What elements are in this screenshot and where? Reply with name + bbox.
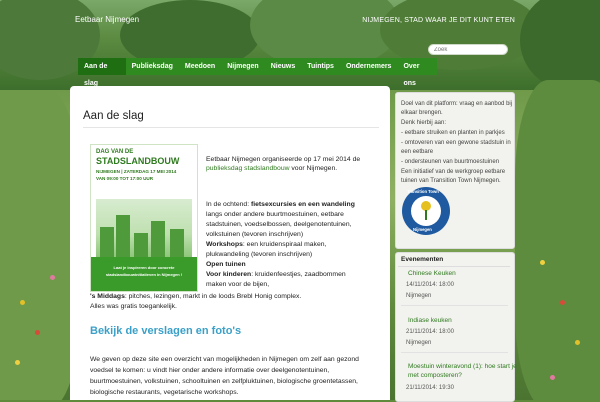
morning-line: langs onder andere buurtmoestuinen, eetb… xyxy=(206,211,344,218)
paragraph-line: voedsel te komen: u vindt hier onder and… xyxy=(90,367,330,374)
event-separator xyxy=(401,305,508,306)
page-title: Aan de slag xyxy=(83,110,144,122)
open-gardens: Open tuinen xyxy=(206,261,246,268)
poster-banner: Laat je inspireren door concrete stadsla… xyxy=(91,257,197,291)
site-tagline: NIJMEGEN, STAD WAAR JE DIT KUNT ETEN xyxy=(362,17,515,24)
event-title-link[interactable]: Moestuin winteravond (1): hoe start je xyxy=(408,363,517,370)
poster-title: STADSLANDBOUW xyxy=(96,156,180,166)
poster-banner-line: stadslandbouwinitiatieven in Nijmegen ! xyxy=(105,272,183,277)
sidebar-line: Denk hierbij aan: xyxy=(401,120,447,126)
paragraph-line: We geven op deze site een overzicht van … xyxy=(90,356,359,363)
nav-item-ondernemers[interactable]: Ondernemers xyxy=(340,58,398,75)
main-nav: Aan de slag Publieksdag Meedoen Nijmegen… xyxy=(78,58,437,87)
paragraph-line: buurtmoestuinen, volkstuinen, schooltuin… xyxy=(90,378,358,385)
site-title[interactable]: Eetbaar Nijmegen xyxy=(75,15,139,24)
nav-item-nieuws[interactable]: Nieuws xyxy=(265,58,302,75)
event-location: Nijmegen xyxy=(406,340,432,346)
nav-item-publieksdag[interactable]: Publieksdag xyxy=(126,58,179,75)
sidebar-line: tuinen van Transition Town Nijmegen. xyxy=(401,178,501,184)
event-title-link[interactable]: Indiase keuken xyxy=(408,317,452,324)
sidebar-line: Een initiatief van de werkgroep eetbare xyxy=(401,169,506,175)
reports-heading-link[interactable]: Bekijk de verslagen en foto's xyxy=(90,325,241,337)
events-heading: Evenementen xyxy=(401,256,444,263)
paragraph-line: biologische restaurants, vegetarische wo… xyxy=(90,389,239,396)
logo-text-top: Transition Town xyxy=(407,189,439,194)
free-entry-line: Alles was gratis toegankelijk. xyxy=(90,303,177,310)
sidebar-line: een eetbare xyxy=(401,149,434,155)
event-date: 21/11/2014: 19:30 xyxy=(406,385,454,391)
nav-item-over-ons[interactable]: Over ons xyxy=(397,58,437,87)
morning-line: stadstuinen, voedselbossen, deelgenotent… xyxy=(206,221,352,228)
event-location: Nijmegen xyxy=(406,293,432,299)
poster-illustration xyxy=(96,199,192,257)
event-poster-image[interactable]: DAG VAN DE STADSLANDBOUW NIJMEGEN | ZATE… xyxy=(90,144,198,292)
title-divider xyxy=(83,127,379,128)
nav-item-nijmegen[interactable]: Nijmegen xyxy=(221,58,265,75)
sidebar-line: - omtoveren van een gewone stadstuin in xyxy=(401,140,511,146)
nav-item-meedoen[interactable]: Meedoen xyxy=(179,58,221,75)
nav-item-tuintips[interactable]: Tuintips xyxy=(301,58,340,75)
poster-time: VAN 09:00 TOT 17:00 UUR xyxy=(96,176,154,181)
intro-line: Eetbaar Nijmegen organiseerde op 17 mei … xyxy=(206,156,361,163)
intro-line-2: publieksdag stadslandbouw voor Nijmegen. xyxy=(206,165,338,172)
search-input[interactable] xyxy=(428,44,508,55)
sidebar-line: elkaar brengen. xyxy=(401,110,443,116)
events-divider xyxy=(398,266,510,267)
workshops-line: plukwandeling (tevoren inschrijven) xyxy=(206,251,313,258)
sidebar-line: Doel van dit platform: vraag en aanbod b… xyxy=(401,101,513,107)
nav-item-aan-de-slag[interactable]: Aan de slag xyxy=(78,58,126,87)
poster-banner-line: Laat je inspireren door concrete xyxy=(113,265,175,270)
event-date: 21/11/2014: 18:00 xyxy=(406,329,454,335)
morning-heading: In de ochtend: fietsexcursies en een wan… xyxy=(206,201,355,208)
logo-text-bottom: Nijmegen xyxy=(413,227,432,232)
poster-line: DAG VAN DE xyxy=(96,149,134,155)
afternoon-line: 's Middags: pitches, lezingen, markt in … xyxy=(90,293,302,300)
event-date: 14/11/2014: 18:00 xyxy=(406,282,454,288)
sidebar-line: - ondersteunen van buurtmoestuinen xyxy=(401,159,500,165)
event-title-link[interactable]: met composteren? xyxy=(408,372,462,379)
publieksdag-link[interactable]: publieksdag stadslandbouw xyxy=(206,165,290,172)
poster-date: NIJMEGEN | ZATERDAG 17 MEI 2014 xyxy=(96,169,177,174)
morning-line: volkstuinen (tevoren inschrijven) xyxy=(206,231,304,238)
event-title-link[interactable]: Chinese Keuken xyxy=(408,270,456,277)
kids-line: Voor kinderen: kruidenfeestjes, zaadbomm… xyxy=(206,271,346,278)
transition-town-logo[interactable]: Transition Town Nijmegen xyxy=(402,187,450,235)
sidebar-line: - eetbare struiken en planten in parkjes xyxy=(401,130,505,136)
workshops-line: Workshops: een kruidenspiraal maken, xyxy=(206,241,327,248)
kids-line: maken voor de bijen, xyxy=(206,281,270,288)
event-separator xyxy=(401,352,508,353)
